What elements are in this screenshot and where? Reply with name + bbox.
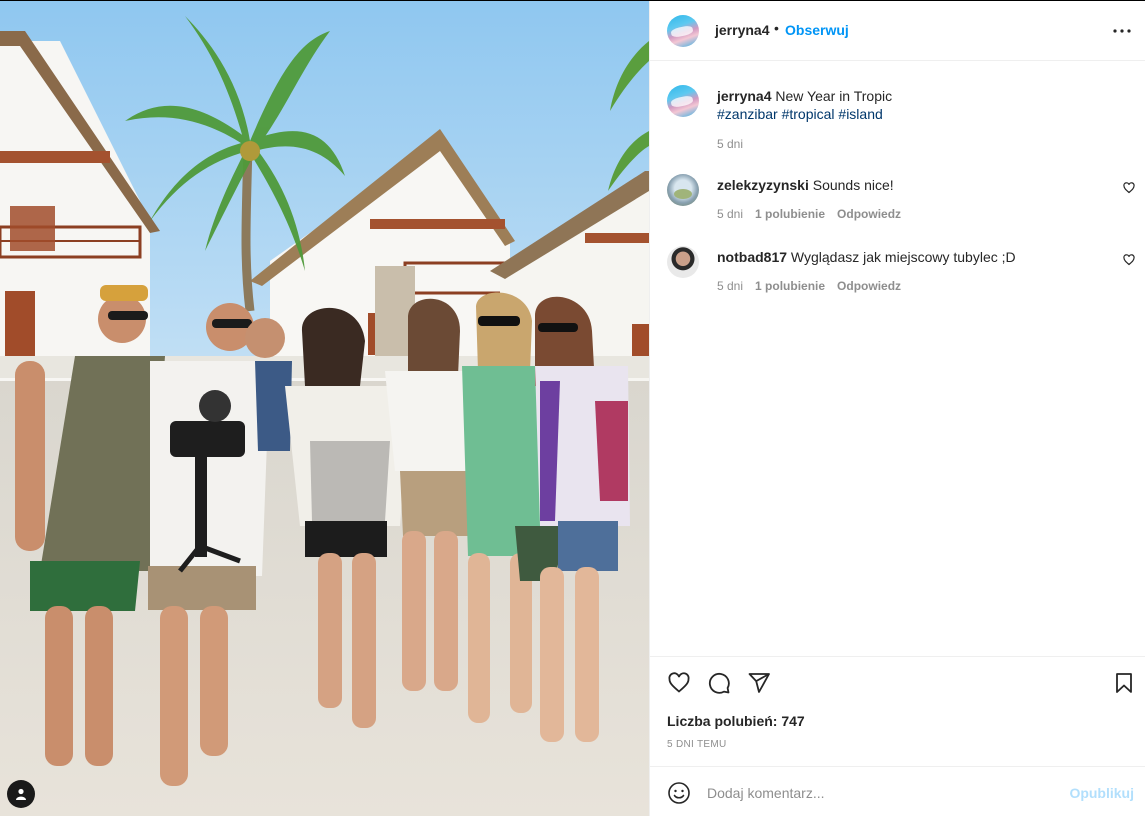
- comment-item: zelekzyzynski Sounds nice! 5 dni 1 polub…: [650, 174, 1145, 236]
- caption-text: New Year in Tropic: [775, 88, 893, 104]
- comment-input[interactable]: [707, 781, 1057, 805]
- commenter-username[interactable]: zelekzyzynski: [717, 177, 809, 193]
- emoji-icon[interactable]: [667, 781, 691, 805]
- more-options-icon[interactable]: [1110, 19, 1134, 43]
- tagged-users-button[interactable]: [7, 780, 35, 808]
- user-icon: [16, 788, 26, 800]
- author-username[interactable]: jerryna4: [715, 22, 769, 38]
- post-date[interactable]: 5 DNI TEMU: [667, 739, 727, 750]
- heart-icon[interactable]: [1123, 254, 1135, 266]
- caption-username[interactable]: jerryna4: [717, 88, 771, 104]
- post-actions-bar: Liczba polubień: 747 5 DNI TEMU: [650, 656, 1145, 766]
- reply-button[interactable]: Odpowiedz: [837, 207, 901, 221]
- caption-timestamp[interactable]: 5 dni: [717, 137, 743, 151]
- publish-button[interactable]: Opublikuj: [1069, 785, 1134, 801]
- share-send-icon[interactable]: [747, 671, 771, 695]
- follow-button[interactable]: Obserwuj: [785, 22, 849, 38]
- comment-text-block: zelekzyzynski Sounds nice!: [717, 176, 1107, 194]
- comment-text: Sounds nice!: [812, 177, 894, 193]
- post-photo[interactable]: [0, 1, 649, 816]
- post-details-panel: jerryna4 • Obserwuj jerryna4 New Year in…: [649, 1, 1145, 816]
- caption-hashtags: #zanzibar #tropical #island: [717, 106, 883, 122]
- hashtag-link[interactable]: #island: [838, 106, 882, 122]
- comment-text: Wyglądasz jak miejscowy tubylec ;D: [790, 249, 1016, 265]
- commenter-avatar[interactable]: [667, 246, 699, 278]
- likes-count[interactable]: Liczba polubień: 747: [667, 713, 805, 729]
- commenter-username[interactable]: notbad817: [717, 249, 787, 265]
- caption-text-block: jerryna4 New Year in Tropic #zanzibar #t…: [717, 87, 1117, 123]
- comment-bubble-icon[interactable]: [707, 671, 731, 695]
- hashtag-link[interactable]: #tropical: [782, 106, 835, 122]
- heart-icon[interactable]: [1123, 182, 1135, 194]
- author-avatar[interactable]: [667, 15, 699, 47]
- comment-likes-count[interactable]: 1 polubienie: [755, 207, 825, 221]
- separator-dot: •: [774, 20, 779, 36]
- post-header: jerryna4 • Obserwuj: [650, 1, 1145, 61]
- comment-likes-count[interactable]: 1 polubienie: [755, 279, 825, 293]
- comment-meta: 5 dni 1 polubienie Odpowiedz: [717, 207, 901, 221]
- comment-meta: 5 dni 1 polubienie Odpowiedz: [717, 279, 901, 293]
- bookmark-icon[interactable]: [1112, 671, 1136, 695]
- comment-timestamp[interactable]: 5 dni: [717, 207, 743, 221]
- hashtag-link[interactable]: #zanzibar: [717, 106, 778, 122]
- comment-timestamp[interactable]: 5 dni: [717, 279, 743, 293]
- beach-group-photo: [0, 1, 649, 816]
- comment-composer: Opublikuj: [650, 766, 1145, 816]
- commenter-avatar[interactable]: [667, 174, 699, 206]
- comment-text-block: notbad817 Wyglądasz jak miejscowy tubyle…: [717, 248, 1107, 266]
- like-heart-icon[interactable]: [667, 671, 691, 695]
- caption-author-avatar[interactable]: [667, 85, 699, 117]
- comment-item: notbad817 Wyglądasz jak miejscowy tubyle…: [650, 246, 1145, 308]
- reply-button[interactable]: Odpowiedz: [837, 279, 901, 293]
